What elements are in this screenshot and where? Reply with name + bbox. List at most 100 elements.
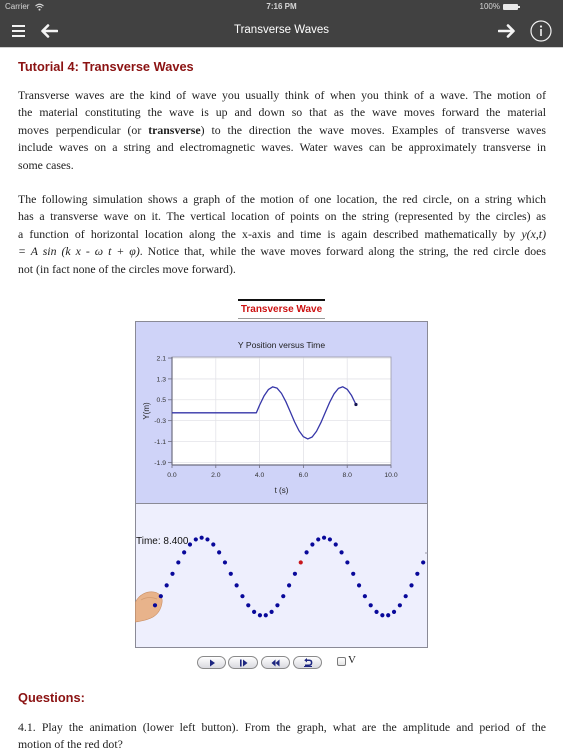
back-arrow-icon (41, 24, 58, 38)
string-dot (281, 594, 286, 599)
forward-arrow-icon (498, 24, 515, 38)
string-dot (421, 560, 426, 565)
string-dot (257, 613, 263, 618)
string-dot (356, 583, 362, 588)
text-segment: a function of horizontal location along … (18, 226, 522, 241)
text-line: some cases. (18, 157, 546, 174)
string-dot (292, 571, 298, 576)
text-line: include waves on a string and electromag… (18, 139, 546, 156)
y-tick-label: 2.1 (157, 355, 167, 362)
string-dot (199, 535, 204, 540)
string-dot (211, 542, 216, 547)
y-tick-label: 1.3 (157, 376, 167, 383)
string-dot (374, 609, 379, 614)
x-tick-label: 10.0 (384, 472, 397, 479)
string-dot (362, 594, 367, 599)
forward-button[interactable] (495, 20, 519, 42)
menu-button[interactable] (9, 20, 27, 42)
string-dot (391, 609, 397, 614)
y-tick-label: -1.9 (154, 460, 166, 467)
math-expression: y(x,t) (521, 226, 546, 241)
x-tick-label: 4.0 (255, 472, 265, 479)
text-segment: include waves on a string and electromag… (18, 140, 546, 155)
status-bar: Carrier 7:16 PM 100% (0, 0, 563, 14)
nav-bar: Transverse Waves (0, 14, 563, 48)
string-dot (310, 542, 315, 547)
string-dot (205, 537, 210, 542)
text-segment: The following simulation shows a graph o… (18, 192, 546, 206)
string-dot (397, 603, 402, 608)
back-button[interactable] (37, 20, 61, 42)
text-segment: Transverse waves are the kind of wave yo… (18, 88, 546, 102)
string-dot (380, 613, 385, 618)
rewind-button[interactable] (261, 656, 290, 669)
simulation-description-paragraph: The following simulation shows a graph o… (18, 191, 546, 278)
x-tick-label: 0.0 (167, 472, 177, 479)
text-line: the material constituting the wave is up… (18, 104, 546, 121)
string-dot (345, 560, 350, 565)
rewind-icon (271, 659, 280, 666)
string-dot (415, 571, 420, 576)
string-dot (275, 603, 280, 608)
reset-icon (303, 658, 312, 667)
string-dot (217, 550, 222, 555)
plot-area (172, 357, 391, 465)
menu-icon-line (11, 25, 25, 27)
red-dot (298, 560, 303, 565)
string-dot (263, 613, 268, 618)
string-dot (304, 550, 309, 555)
text-segment: . Notice that, while the wave moves forw… (139, 244, 546, 259)
step-forward-button[interactable] (228, 656, 258, 669)
text-line: motion of the red dot? (18, 736, 546, 753)
string-dot (327, 537, 332, 542)
string-dot (321, 535, 327, 540)
tutorial-heading: Tutorial 4: Transverse Waves (18, 59, 194, 74)
string-dot (152, 603, 158, 608)
string-dot (333, 542, 338, 547)
y-tick-label: -0.3 (154, 418, 166, 425)
text-line: a function of horizontal location along … (18, 226, 546, 243)
velocity-checkbox[interactable] (337, 657, 346, 666)
text-segment: some cases. (18, 157, 74, 172)
battery-icon (503, 4, 518, 10)
string-dot (187, 542, 193, 547)
question-4-1: 4.1. Play the animation (lower left butt… (18, 719, 546, 754)
text-line: Transverse waves are the kind of wave yo… (18, 87, 546, 104)
string-dot (286, 583, 292, 588)
simulation-title: Transverse Wave (240, 304, 323, 315)
string-dot (164, 583, 169, 588)
play-button[interactable] (197, 656, 226, 669)
text-segment: 4.1. Play the animation (lower left butt… (18, 720, 546, 734)
chart-title: Y Position versus Time (238, 340, 325, 350)
info-button[interactable] (529, 20, 553, 42)
simulation-title-underline (238, 318, 325, 319)
page-title: Transverse Waves (233, 24, 329, 36)
y-tick-label: -1.1 (154, 439, 166, 446)
time-label: Time: 8.400 (136, 536, 189, 547)
string-dot (409, 583, 414, 588)
string-dot (234, 583, 239, 588)
series-end-marker (354, 402, 358, 407)
menu-icon-line (11, 30, 25, 32)
string-dot (228, 571, 233, 576)
string-dot (403, 594, 408, 599)
intro-paragraph: Transverse waves are the kind of wave yo… (18, 87, 546, 174)
questions-heading: Questions: (18, 690, 85, 705)
text-line: has a transverse wave on it. The vertica… (18, 208, 546, 225)
text-line: not (in fact none of the circles move fo… (18, 261, 546, 278)
string-dot (222, 560, 228, 565)
string-dot (240, 594, 245, 599)
string-panel (135, 503, 428, 648)
string-dot (386, 613, 391, 618)
x-tick-label: 6.0 (299, 472, 309, 479)
text-segment: moves perpendicular (or (18, 122, 149, 137)
string-dot (252, 609, 257, 614)
step-forward-icon (239, 659, 247, 666)
info-icon (530, 20, 552, 42)
x-axis-label: t (s) (275, 486, 289, 495)
math-expression: = A sin (k x - ω t + φ) (18, 244, 140, 259)
battery-percent: 100% (479, 2, 500, 11)
text-segment: motion of the red dot? (18, 737, 123, 752)
text-line: moves perpendicular (or transverse) to t… (18, 122, 546, 139)
reset-button[interactable] (293, 656, 322, 669)
